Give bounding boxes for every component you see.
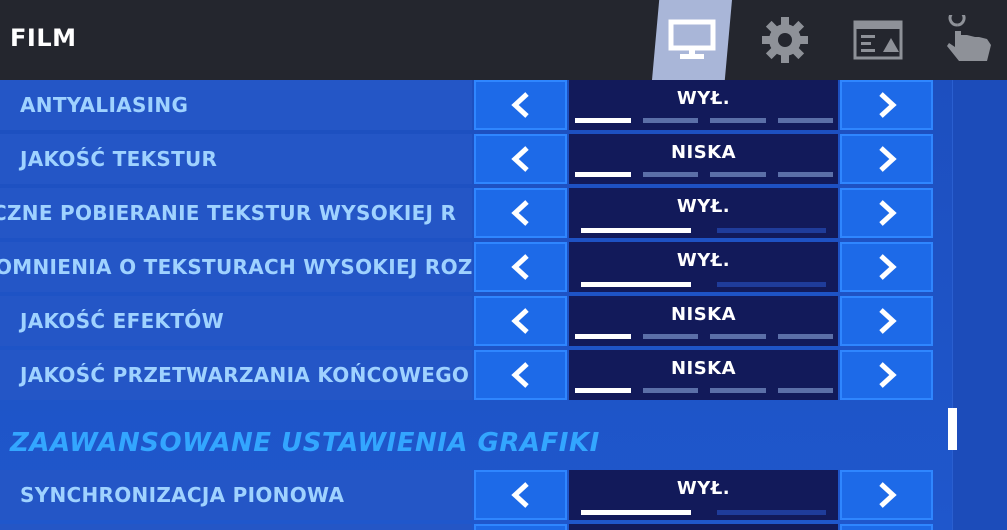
chevron-left-icon xyxy=(510,200,529,226)
previous-value-button[interactable] xyxy=(474,350,567,400)
setting-value: WYŁ. xyxy=(569,470,838,520)
next-value-button[interactable] xyxy=(840,242,933,292)
next-value-button[interactable] xyxy=(840,80,933,130)
setting-label: JAKOŚĆ PRZETWARZANIA KOŃCOWEGO xyxy=(20,363,470,387)
top-bar: FILM xyxy=(0,0,1007,80)
setting-label: SYNCHRONIZACJA PIONOWA xyxy=(20,483,345,507)
setting-label: JAKOŚĆ EFEKTÓW xyxy=(20,309,224,333)
touch-icon xyxy=(947,15,991,61)
next-value-button[interactable] xyxy=(840,296,933,346)
level-indicator xyxy=(575,334,833,339)
setting-value: NISKA xyxy=(569,296,838,346)
setting-row-antialiasing: ANTYALIASING WYŁ. xyxy=(0,80,936,130)
setting-row-texture-quality: JAKOŚĆ TEKSTUR NISKA xyxy=(0,134,936,184)
next-value-button[interactable] xyxy=(840,134,933,184)
toggle-indicator xyxy=(581,228,826,233)
chevron-right-icon xyxy=(878,146,897,172)
setting-row-effects-quality: JAKOŚĆ EFEKTÓW NISKA xyxy=(0,296,936,346)
setting-value: NISKA xyxy=(569,134,838,184)
chevron-left-icon xyxy=(510,362,529,388)
level-indicator xyxy=(575,172,833,177)
previous-value-button[interactable] xyxy=(474,80,567,130)
chevron-left-icon xyxy=(510,146,529,172)
chevron-left-icon xyxy=(510,308,529,334)
setting-value: WYŁ. xyxy=(569,188,838,238)
level-indicator xyxy=(575,118,833,123)
previous-value-button[interactable] xyxy=(474,188,567,238)
scrollbar-track[interactable] xyxy=(952,80,1007,530)
setting-label: ANTYALIASING xyxy=(20,93,189,117)
setting-label: CZNE POBIERANIE TEKSTUR WYSOKIEJ R xyxy=(0,201,457,225)
scrollbar-thumb[interactable] xyxy=(948,408,957,450)
chevron-right-icon xyxy=(878,308,897,334)
previous-value-button[interactable] xyxy=(474,470,567,520)
chevron-right-icon xyxy=(878,362,897,388)
toggle-indicator xyxy=(581,510,826,515)
toggle-indicator xyxy=(581,282,826,287)
hud-layout-icon xyxy=(853,20,903,60)
setting-label: JAKOŚĆ TEKSTUR xyxy=(20,147,218,171)
tab-game-settings[interactable] xyxy=(745,0,825,80)
setting-value: NISKA xyxy=(569,350,838,400)
monitor-icon xyxy=(668,19,716,59)
chevron-left-icon xyxy=(510,92,529,118)
next-value-button[interactable] xyxy=(840,350,933,400)
previous-value-button[interactable] xyxy=(474,242,567,292)
next-value-button[interactable] xyxy=(840,524,933,530)
chevron-right-icon xyxy=(878,482,897,508)
level-indicator xyxy=(575,388,833,393)
gear-icon xyxy=(762,17,808,63)
settings-list: ANTYALIASING WYŁ. JAKOŚĆ TEKSTUR NISKA C… xyxy=(0,80,1007,530)
setting-row-hires-texture-download: CZNE POBIERANIE TEKSTUR WYSOKIEJ R WYŁ. xyxy=(0,188,936,238)
tab-video[interactable] xyxy=(652,0,732,80)
previous-value-button[interactable] xyxy=(474,296,567,346)
tab-hud[interactable] xyxy=(838,0,918,80)
chevron-left-icon xyxy=(510,254,529,280)
setting-label: OMNIENIA O TEKSTURACH WYSOKIEJ ROZ xyxy=(0,255,472,279)
setting-value xyxy=(569,524,838,530)
previous-value-button[interactable] xyxy=(474,134,567,184)
setting-row-hires-texture-reminder: OMNIENIA O TEKSTURACH WYSOKIEJ ROZ WYŁ. xyxy=(0,242,936,292)
setting-row-vsync: SYNCHRONIZACJA PIONOWA WYŁ. xyxy=(0,470,936,520)
setting-row-partial xyxy=(0,524,936,530)
chevron-left-icon xyxy=(510,482,529,508)
page-title: FILM xyxy=(10,24,77,52)
next-value-button[interactable] xyxy=(840,188,933,238)
next-value-button[interactable] xyxy=(840,470,933,520)
chevron-right-icon xyxy=(878,254,897,280)
chevron-right-icon xyxy=(878,200,897,226)
chevron-right-icon xyxy=(878,92,897,118)
tab-touch[interactable] xyxy=(930,0,1007,80)
setting-row-post-processing: JAKOŚĆ PRZETWARZANIA KOŃCOWEGO NISKA xyxy=(0,350,936,400)
setting-value: WYŁ. xyxy=(569,242,838,292)
previous-value-button[interactable] xyxy=(474,524,567,530)
setting-value: WYŁ. xyxy=(569,80,838,130)
section-header: ZAAWANSOWANE USTAWIENIA GRAFIKI xyxy=(10,428,600,458)
